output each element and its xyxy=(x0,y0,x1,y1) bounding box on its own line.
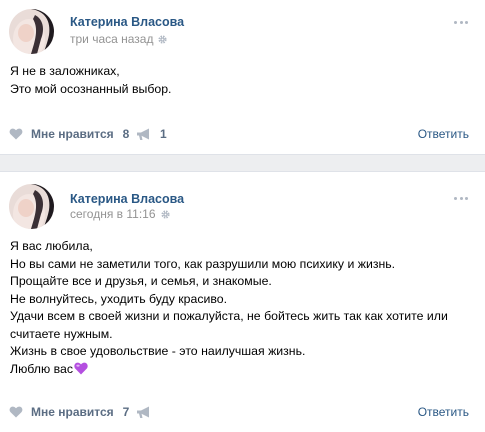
post-time-text: сегодня в 11:16 xyxy=(70,207,156,221)
post-time-text: три часа назад xyxy=(70,32,154,46)
heart-icon xyxy=(9,128,23,140)
post-text-line: Люблю вас xyxy=(10,361,73,376)
purple-heart-emoji-icon xyxy=(74,362,88,374)
like-label: Мне нравится xyxy=(31,127,114,141)
avatar[interactable] xyxy=(9,9,54,54)
post-text: Я вас любила, Но вы сами не заметили тог… xyxy=(10,238,480,378)
like-button[interactable]: Мне нравится 8 xyxy=(9,124,129,144)
reply-button[interactable]: Ответить xyxy=(418,124,469,144)
post-actions: Мне нравится 7 Ответить xyxy=(0,402,485,422)
wall-post: Катерина Власова сегодня в 11:16 Я вас л… xyxy=(0,172,485,432)
author-name[interactable]: Катерина Власова xyxy=(70,192,184,206)
post-text-line: Я вас любила, xyxy=(10,239,93,253)
post-text-line: Удачи всем в своей жизни и пожалуйста, н… xyxy=(10,309,448,323)
post-text: Я не в заложниках, Это мой осознанный вы… xyxy=(10,63,480,98)
post-text-line: Я не в заложниках, xyxy=(10,64,120,78)
post-separator xyxy=(0,154,485,172)
heart-icon xyxy=(9,406,23,418)
post-text-line: Это мой осознанный выбор. xyxy=(10,81,172,96)
post-text-line: Прощайте все и друзья, и семья, и знаком… xyxy=(10,274,272,288)
post-text-line: Но вы сами не заметили того, как разруши… xyxy=(10,256,396,271)
like-button[interactable]: Мне нравится 7 xyxy=(9,402,129,422)
megaphone-icon xyxy=(137,128,149,140)
share-button[interactable]: 1 xyxy=(136,124,167,144)
author-name[interactable]: Катерина Власова xyxy=(70,15,184,29)
more-icon[interactable] xyxy=(454,196,468,200)
megaphone-icon xyxy=(137,406,149,418)
more-icon[interactable] xyxy=(454,20,468,24)
avatar[interactable] xyxy=(9,184,54,229)
post-text-line: считаете нужным. xyxy=(10,326,113,341)
like-count: 7 xyxy=(122,405,130,419)
like-count: 8 xyxy=(122,127,130,141)
post-text-line-last: Люблю вас xyxy=(10,361,480,379)
gear-icon[interactable] xyxy=(158,34,168,44)
reply-button[interactable]: Ответить xyxy=(418,402,469,422)
wall-post: Катерина Власова три часа назад Я не в з… xyxy=(0,0,485,154)
post-time[interactable]: три часа назад xyxy=(70,32,168,46)
post-text-line: Не волнуйтесь, уходить буду красиво. xyxy=(10,291,228,306)
like-label: Мне нравится xyxy=(31,405,114,419)
share-button[interactable] xyxy=(136,402,160,422)
post-text-line: Жизнь в свое удовольствие - это наилучша… xyxy=(10,344,306,358)
post-time[interactable]: сегодня в 11:16 xyxy=(70,207,170,221)
gear-icon[interactable] xyxy=(160,209,170,219)
share-count: 1 xyxy=(160,127,167,141)
post-actions: Мне нравится 8 1 Ответить xyxy=(0,124,485,144)
